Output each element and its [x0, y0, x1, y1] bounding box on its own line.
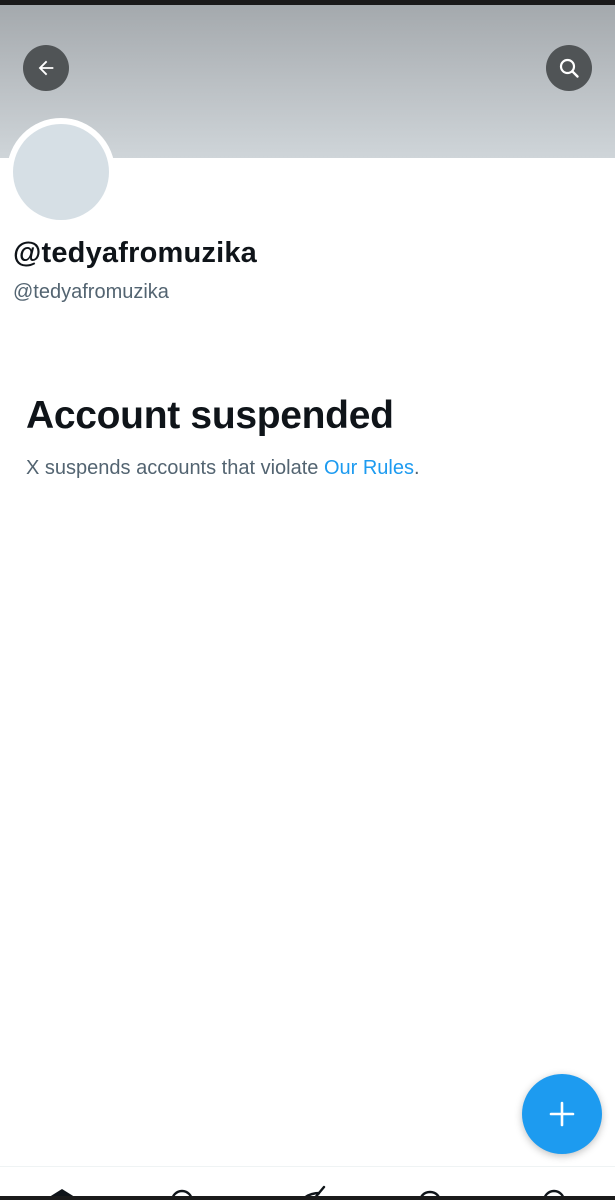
back-button[interactable]	[23, 45, 69, 91]
profile-handle: @tedyafromuzika	[13, 281, 169, 303]
suspension-message: X suspends accounts that violate Our Rul…	[26, 457, 420, 480]
suspension-title: Account suspended	[26, 394, 394, 437]
profile-display-name: @tedyafromuzika	[13, 237, 258, 269]
compose-post-button[interactable]	[522, 1074, 602, 1154]
plus-icon	[549, 1101, 575, 1127]
search-button[interactable]	[546, 45, 592, 91]
suspension-message-period: .	[414, 457, 420, 479]
search-icon	[559, 58, 579, 78]
bottom-screen-edge	[0, 1196, 615, 1200]
arrow-left-icon	[38, 60, 54, 76]
profile-screen: @tedyafromuzika @tedyafromuzika Account …	[0, 0, 615, 1200]
our-rules-link[interactable]: Our Rules	[324, 457, 414, 479]
avatar[interactable]	[13, 124, 109, 220]
suspension-message-text: X suspends accounts that violate	[26, 457, 324, 479]
bottom-navigation	[0, 1166, 615, 1200]
